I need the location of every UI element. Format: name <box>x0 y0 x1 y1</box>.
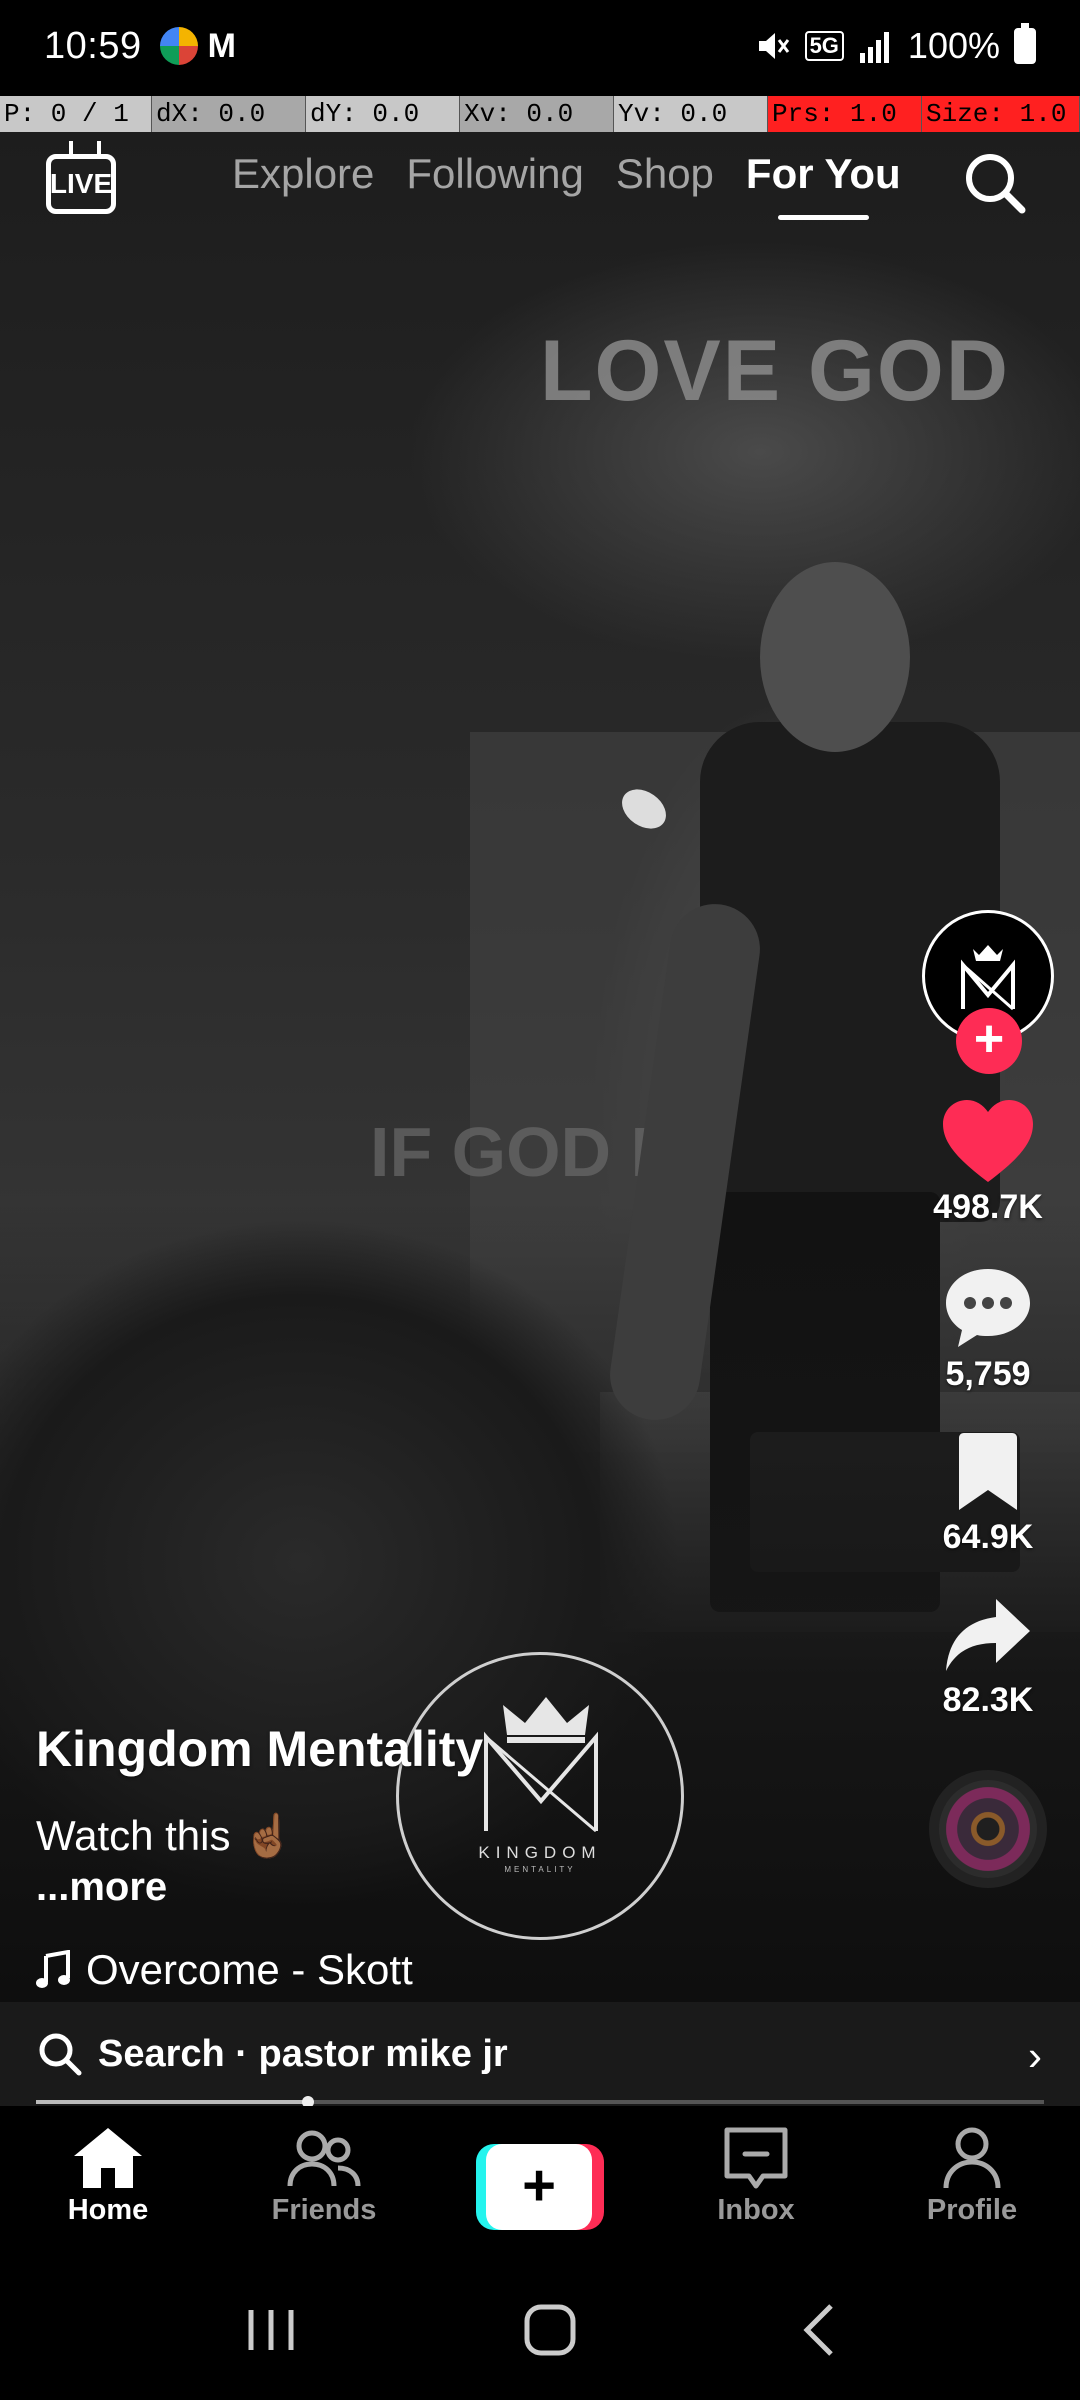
feed-tabs: Explore Following Shop For You <box>232 150 901 220</box>
tab-inbox-label: Inbox <box>717 2194 795 2226</box>
share-icon <box>946 1599 1030 1671</box>
bookmark-icon <box>958 1433 1017 1510</box>
notification-icons: M <box>159 26 236 66</box>
top-navigation: LIVE Explore Following Shop For You <box>0 132 1080 242</box>
search-icon <box>39 2033 82 2076</box>
post-caption: Kingdom Mentality Watch this ☝🏾 ...more … <box>36 1720 756 1994</box>
live-label: LIVE <box>49 168 113 199</box>
more-link[interactable]: ...more <box>36 1865 756 1910</box>
tab-home-label: Home <box>67 2194 149 2226</box>
save-count: 64.9K <box>942 1518 1034 1556</box>
search-icon[interactable] <box>960 148 1030 218</box>
music-note-icon <box>36 1950 70 1988</box>
home-icon <box>74 2128 142 2188</box>
pointer-dy: dY: 0.0 <box>306 96 460 132</box>
mute-icon <box>758 33 789 59</box>
tab-profile[interactable]: Profile <box>864 2106 1080 2260</box>
tab-following[interactable]: Following <box>406 150 583 220</box>
tab-inbox[interactable]: Inbox <box>648 2106 864 2260</box>
home-button-icon[interactable] <box>522 2302 578 2358</box>
gmail-icon: M <box>207 26 236 65</box>
app-notification-icon <box>159 27 198 65</box>
pointer-yv: Yv: 0.0 <box>614 96 768 132</box>
post-description[interactable]: Watch this ☝🏾 <box>36 1812 756 1861</box>
creator-avatar-wrap: + <box>922 910 1054 1074</box>
tab-profile-label: Profile <box>926 2194 1018 2226</box>
tab-explore[interactable]: Explore <box>232 150 374 220</box>
plus-icon: + <box>486 2144 592 2230</box>
friends-icon <box>287 2130 361 2187</box>
status-bar: 10:59 M 5G 100% <box>0 0 1080 92</box>
inbox-icon <box>724 2127 788 2189</box>
tab-create[interactable]: + <box>432 2106 648 2260</box>
share-action[interactable]: 82.3K <box>942 1595 1034 1720</box>
network-type: 5G <box>804 31 844 61</box>
signal-icon <box>859 32 889 63</box>
save-action[interactable]: 64.9K <box>942 1432 1034 1557</box>
pointer-dx: dX: 0.0 <box>152 96 306 132</box>
speaker-head <box>760 562 910 752</box>
share-count: 82.3K <box>942 1681 1034 1719</box>
bottom-tab-bar: Home Friends + Inbox Profile <box>0 2106 1080 2260</box>
sound-title: Overcome - Skott <box>86 1946 413 1993</box>
follow-button[interactable]: + <box>956 1008 1022 1074</box>
pointer-location-overlay: P: 0 / 1 dX: 0.0 dY: 0.0 Xv: 0.0 Yv: 0.0… <box>0 96 1080 132</box>
sound-row[interactable]: Overcome - Skott <box>36 1946 756 1994</box>
video-progress[interactable] <box>36 2096 1044 2108</box>
comment-action[interactable]: 5,759 <box>942 1265 1034 1394</box>
comment-icon <box>946 1269 1030 1347</box>
profile-icon <box>943 2127 1001 2189</box>
battery-percent: 100% <box>907 25 1000 66</box>
create-button[interactable]: + <box>476 2144 604 2230</box>
tab-for-you[interactable]: For You <box>746 150 901 220</box>
search-suggestion-text: Search · pastor mike jr <box>98 2032 508 2075</box>
live-button[interactable]: LIVE <box>46 154 116 214</box>
pointer-xv: Xv: 0.0 <box>460 96 614 132</box>
search-suggestion-bar[interactable]: Search · pastor mike jr › <box>0 2002 1080 2106</box>
backdrop-sign: LOVE GOD <box>540 323 1010 419</box>
like-count: 498.7K <box>933 1188 1043 1226</box>
chevron-right-icon: › <box>1028 2032 1042 2079</box>
sound-disc[interactable] <box>929 1770 1047 1888</box>
status-right: 5G 100% <box>755 23 1036 67</box>
pointer-size: Size: 1.0 <box>922 96 1080 132</box>
system-navigation-bar <box>0 2260 1080 2400</box>
like-action[interactable]: 498.7K <box>933 1098 1043 1227</box>
action-rail: + 498.7K 5,759 64.9K 82.3K <box>918 910 1058 1888</box>
status-time: 10:59 <box>44 24 142 67</box>
tab-home[interactable]: Home <box>0 2106 216 2260</box>
back-icon[interactable] <box>799 2302 839 2358</box>
battery-icon <box>1014 23 1036 64</box>
heart-icon <box>942 1100 1033 1182</box>
pointer-pressure: Prs: 1.0 <box>768 96 922 132</box>
tab-friends[interactable]: Friends <box>216 2106 432 2260</box>
recent-apps-icon[interactable] <box>241 2305 301 2355</box>
tab-friends-label: Friends <box>271 2194 377 2226</box>
progress-fill <box>36 2100 309 2104</box>
pointer-count: P: 0 / 1 <box>0 96 152 132</box>
tab-shop[interactable]: Shop <box>616 150 714 220</box>
author-name[interactable]: Kingdom Mentality <box>36 1720 756 1778</box>
comment-count: 5,759 <box>945 1355 1031 1393</box>
